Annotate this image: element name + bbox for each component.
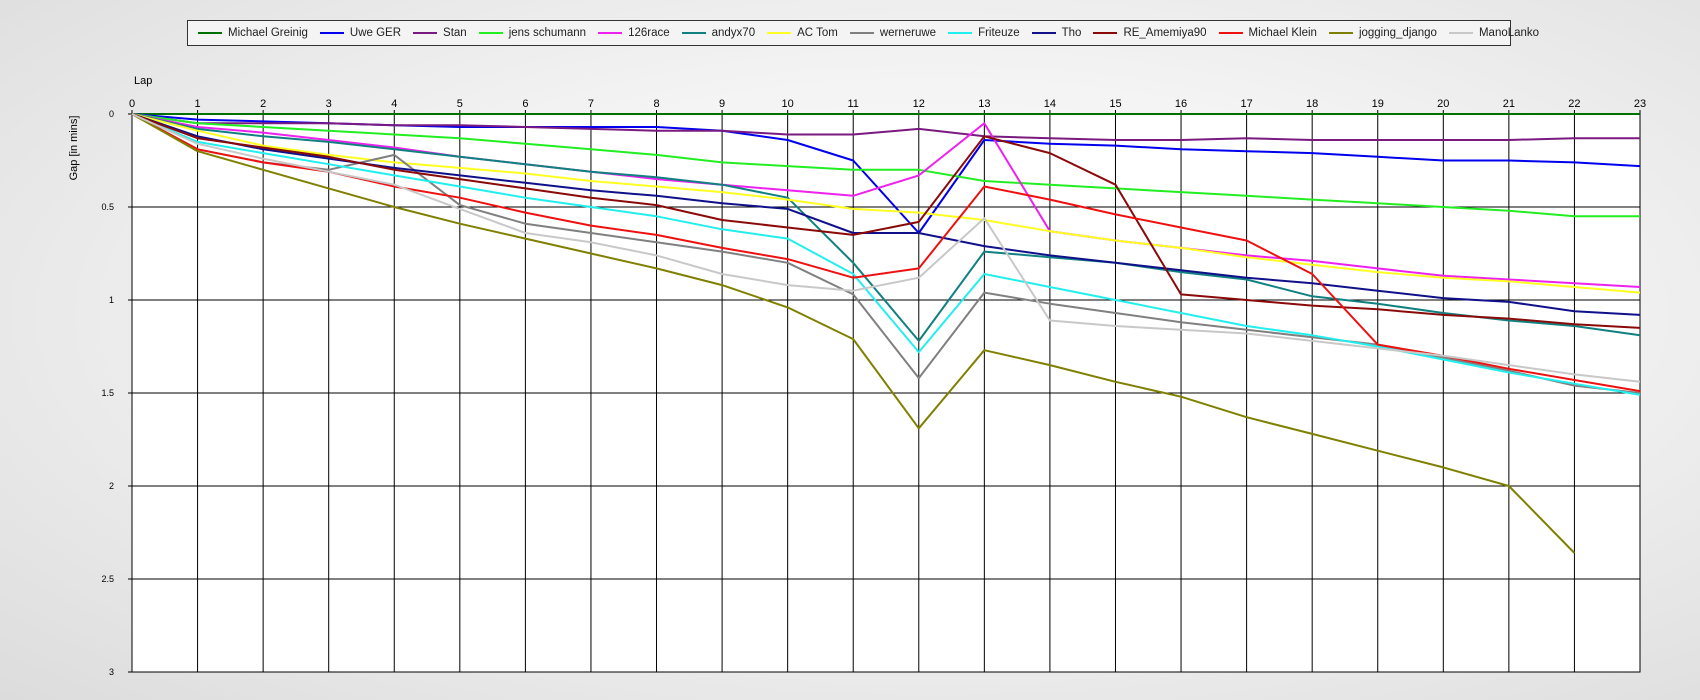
y-tick-label: 2 [109,481,114,491]
y-tick-label: 0.5 [101,202,114,212]
x-tick-label: 14 [1044,98,1056,110]
x-tick-label: 18 [1306,98,1318,110]
x-tick-label: 2 [260,98,266,110]
x-tick-label: 20 [1437,98,1449,110]
line-chart: 0 1 2 3 4 5 6 7 8 9 10 11 12 13 14 15 16 17 18 19 20 21 22 23 0… [68,75,1646,677]
x-tick-label: 11 [848,98,859,110]
x-tick-label: 9 [719,98,725,110]
x-tick-label: 19 [1372,98,1384,110]
x-tick-label: 10 [782,98,794,110]
x-tick-label: 0 [129,98,135,110]
x-tick-label: 8 [653,98,659,110]
x-tick-label: 5 [457,98,463,110]
x-axis-ticks: 0 1 2 3 4 5 6 7 8 9 10 11 12 13 14 15 16 17 18 19 20 21 22 23 [129,98,1646,114]
x-tick-label: 3 [326,98,332,110]
x-tick-label: 15 [1109,98,1121,110]
x-tick-label: 17 [1240,98,1252,110]
y-axis-ticks: 0 0.5 1 1.5 2 2.5 3 [101,109,132,677]
y-tick-label: 3 [109,667,114,677]
y-tick-label: 2.5 [101,574,114,584]
x-tick-label: 12 [913,98,925,110]
x-tick-label: 13 [978,98,990,110]
x-tick-label: 7 [588,98,594,110]
x-tick-label: 23 [1634,98,1646,110]
y-tick-label: 0 [109,109,114,119]
x-tick-label: 21 [1503,98,1515,110]
y-tick-label: 1 [109,295,114,305]
x-tick-label: 22 [1568,98,1580,110]
y-axis-label: Gap [in mins] [68,116,80,181]
y-tick-label: 1.5 [101,388,114,398]
x-axis-label: Lap [134,75,152,87]
x-tick-label: 1 [195,98,201,110]
x-tick-label: 6 [522,98,528,110]
x-tick-label: 4 [391,98,397,110]
x-tick-label: 16 [1175,98,1187,110]
